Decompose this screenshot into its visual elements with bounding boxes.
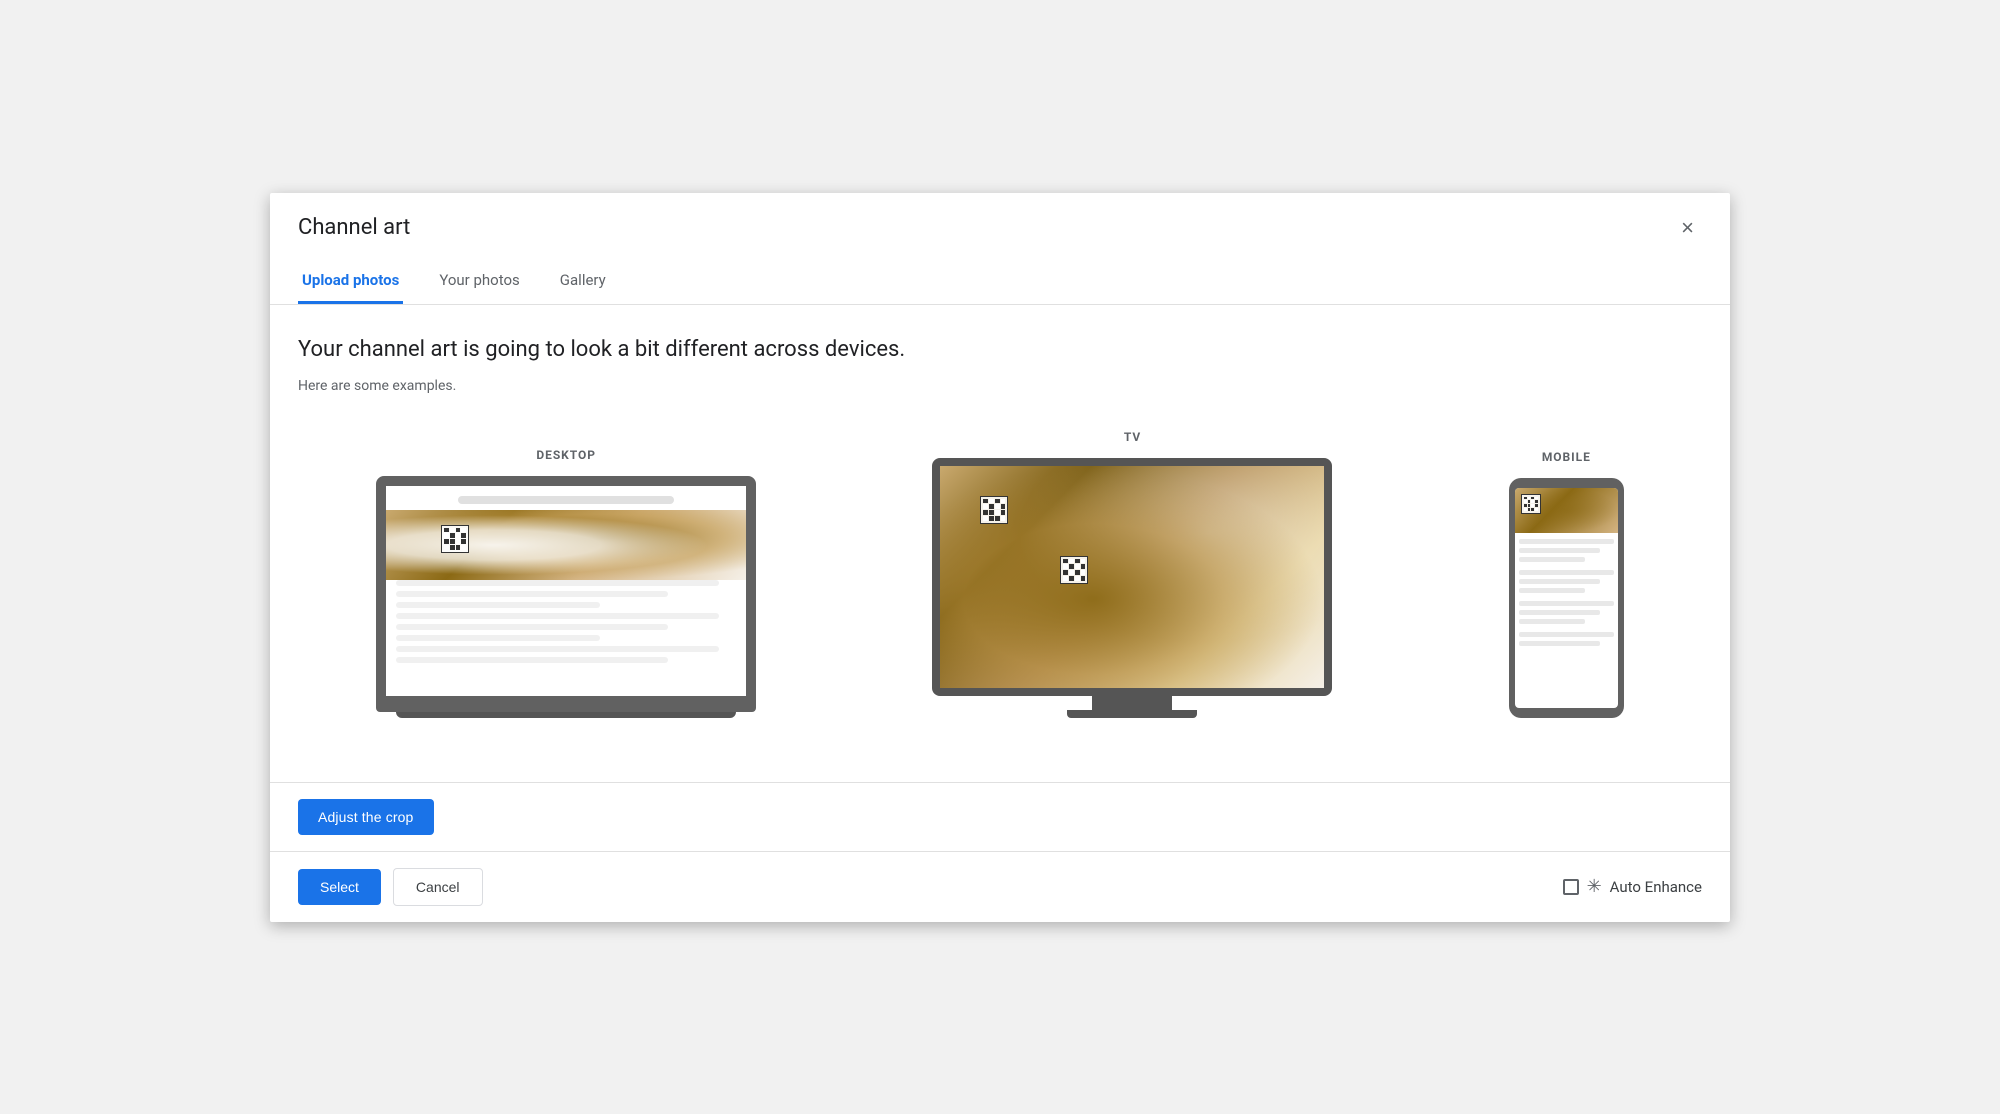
laptop-foot	[396, 712, 736, 718]
mobile-channel-art	[1515, 488, 1618, 533]
tv-screen-inner	[940, 466, 1324, 688]
main-heading: Your channel art is going to look a bit …	[298, 337, 1702, 362]
dialog-body: Your channel art is going to look a bit …	[270, 305, 1730, 782]
laptop-content-lines	[386, 580, 746, 663]
tab-your-photos[interactable]: Your photos	[435, 259, 523, 304]
dialog-header: Channel art ×	[270, 193, 1730, 243]
close-button[interactable]: ×	[1673, 213, 1702, 243]
tv-device	[932, 458, 1332, 718]
desktop-label: DESKTOP	[536, 448, 596, 462]
laptop-screen-outer	[376, 476, 756, 696]
mobile-content	[1515, 533, 1618, 660]
laptop-base	[376, 696, 756, 712]
tv-label: TV	[1124, 430, 1141, 444]
tv-screen-outer	[932, 458, 1332, 696]
tab-gallery[interactable]: Gallery	[556, 259, 610, 304]
cancel-button[interactable]: Cancel	[393, 868, 483, 906]
mobile-screen	[1515, 488, 1618, 708]
auto-enhance-label[interactable]: ✳ Auto Enhance	[1563, 876, 1702, 897]
laptop-device	[376, 476, 756, 718]
laptop-screen-inner	[386, 486, 746, 696]
search-bar-mock	[458, 496, 674, 504]
mobile-device	[1509, 478, 1624, 718]
dialog-title: Channel art	[298, 215, 410, 240]
qr-code-tv-1	[980, 496, 1008, 524]
adjust-crop-bar: Adjust the crop	[270, 782, 1730, 851]
tab-bar: Upload photos Your photos Gallery	[270, 259, 1730, 305]
mobile-outer	[1509, 478, 1624, 718]
qr-code-mobile	[1521, 494, 1541, 514]
tv-preview: TV	[932, 430, 1332, 718]
qr-code-desktop	[441, 525, 469, 553]
tv-stand	[932, 696, 1332, 718]
channel-art-dialog: Channel art × Upload photos Your photos …	[270, 193, 1730, 922]
auto-enhance-checkbox[interactable]	[1563, 879, 1579, 895]
adjust-crop-button[interactable]: Adjust the crop	[298, 799, 434, 835]
devices-preview-row: DESKTOP	[298, 430, 1702, 718]
action-left-group: Select Cancel	[298, 868, 483, 906]
mobile-label: MOBILE	[1542, 450, 1591, 464]
desktop-channel-art	[386, 510, 746, 580]
select-button[interactable]: Select	[298, 869, 381, 905]
sub-heading: Here are some examples.	[298, 378, 1702, 394]
auto-enhance-text: Auto Enhance	[1610, 878, 1702, 896]
bottom-action-bar: Select Cancel ✳ Auto Enhance	[270, 851, 1730, 922]
qr-code-tv-2	[1060, 556, 1088, 584]
desktop-preview: DESKTOP	[376, 448, 756, 718]
auto-enhance-icon: ✳	[1587, 876, 1602, 897]
mobile-preview: MOBILE	[1509, 450, 1624, 718]
tab-upload-photos[interactable]: Upload photos	[298, 259, 403, 304]
